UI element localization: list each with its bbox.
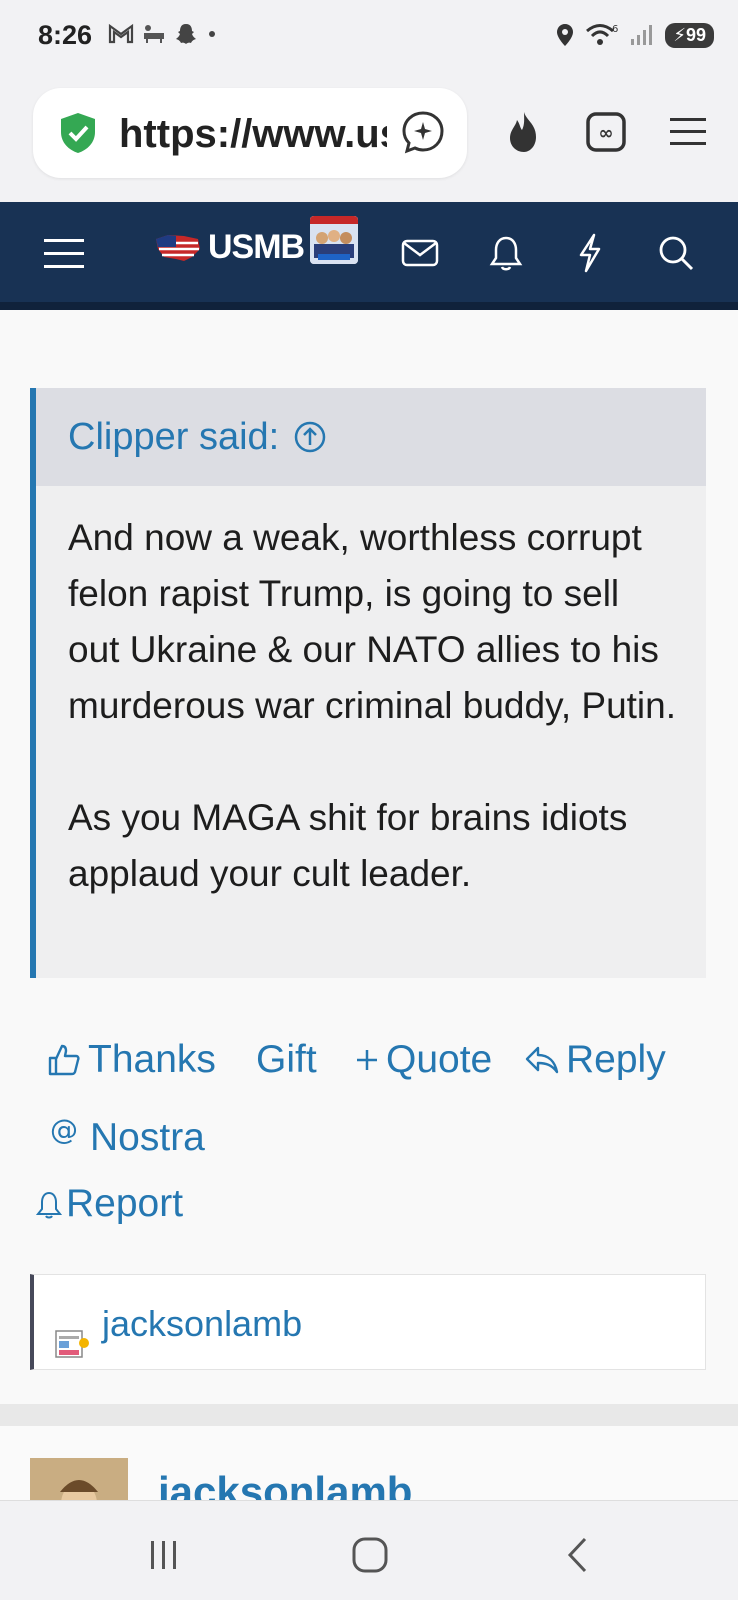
thanks-label: Thanks (88, 1038, 216, 1081)
quote-header[interactable]: Clipper said: (36, 388, 706, 486)
battery-level: 99 (685, 24, 706, 45)
report-label: Report (66, 1182, 184, 1225)
browser-toolbar: https://www.usmessageboard.com ∞ (0, 76, 738, 202)
search-button[interactable] (652, 229, 700, 277)
reactions-bar[interactable]: jacksonlamb (30, 1274, 706, 1370)
site-menu-button[interactable] (40, 229, 88, 277)
ai-chat-icon[interactable] (401, 110, 445, 154)
quote-paragraph: And now a weak, worthless corrupt felon … (68, 517, 677, 726)
reply-label: Reply (566, 1038, 666, 1081)
location-icon (557, 24, 574, 46)
browser-menu-button[interactable] (664, 108, 712, 156)
system-icons: 6 ⚡99 (555, 22, 714, 48)
recent-apps-icon (151, 1541, 176, 1569)
nostra-button[interactable]: @ Nostra (48, 1110, 205, 1160)
gmail-icon (108, 23, 134, 44)
gift-button[interactable]: Gift (256, 1038, 317, 1082)
thanks-button[interactable]: Thanks (46, 1038, 216, 1082)
home-button[interactable] (346, 1531, 394, 1579)
alerts-button[interactable] (482, 229, 530, 277)
tabs-icon: ∞ (586, 112, 626, 152)
next-post-username[interactable]: jacksonlamb (158, 1468, 412, 1500)
quote-author-link[interactable]: Clipper said: (68, 416, 279, 459)
report-button[interactable]: Report (34, 1182, 183, 1226)
shield-check-icon (61, 113, 95, 153)
bell-icon (35, 1191, 63, 1219)
plus-icon (357, 1050, 377, 1070)
us-map-flag-icon (156, 234, 200, 261)
avatar-image (310, 216, 358, 264)
lightning-icon (579, 233, 601, 273)
avatar-image (30, 1458, 128, 1500)
hamburger-icon (44, 239, 84, 268)
site-logo-text: USMB (208, 228, 305, 266)
chevron-left-icon (567, 1537, 587, 1573)
signal-icon (631, 25, 653, 45)
hamburger-icon (670, 118, 706, 145)
dot-icon (209, 31, 215, 37)
next-post: jacksonlamb (0, 1426, 738, 1500)
status-bar: 8:26 6 ⚡99 (0, 0, 738, 76)
site-navigation: USMB (0, 202, 738, 310)
messages-button[interactable] (396, 229, 444, 277)
quote-paragraph: As you MAGA shit for brains idiots appla… (68, 797, 628, 894)
nostra-label: Nostra (90, 1116, 205, 1159)
svg-text:@: @ (50, 1117, 78, 1146)
site-logo[interactable]: USMB (154, 228, 305, 267)
quote-label: Quote (386, 1038, 493, 1081)
reply-arrow-icon (525, 1046, 559, 1074)
wifi-icon: 6 (586, 24, 619, 45)
flame-icon (510, 112, 536, 152)
reaction-user-link[interactable]: jacksonlamb (102, 1303, 302, 1345)
at-sign-icon: @ (50, 1117, 78, 1146)
network-label: 6 (612, 24, 618, 35)
bath-icon (144, 25, 164, 43)
next-post-avatar[interactable] (30, 1458, 128, 1500)
tabs-button[interactable]: ∞ (582, 108, 630, 156)
url-text[interactable]: https://www.usmessageboard.com (119, 112, 387, 157)
envelope-icon (401, 239, 439, 267)
svg-text:∞: ∞ (599, 123, 614, 144)
reply-button[interactable]: Reply (524, 1038, 666, 1082)
status-time: 8:26 (38, 20, 93, 50)
fake-news-reaction-icon (55, 1330, 89, 1358)
gift-label: Gift (256, 1038, 317, 1081)
address-bar[interactable]: https://www.usmessageboard.com (33, 88, 467, 178)
recent-apps-button[interactable] (140, 1531, 188, 1579)
search-icon (659, 236, 694, 271)
whats-new-button[interactable] (566, 229, 614, 277)
post-divider (0, 1404, 738, 1426)
arrow-up-circle-icon[interactable] (293, 420, 327, 454)
notification-icons (108, 22, 218, 46)
fire-button[interactable] (500, 108, 548, 156)
quote-button[interactable]: Quote (354, 1038, 492, 1082)
snapchat-icon (176, 24, 196, 44)
bell-icon (489, 236, 523, 271)
battery-indicator: ⚡99 (665, 22, 714, 48)
user-avatar[interactable] (310, 216, 358, 264)
android-navigation-bar (0, 1500, 738, 1600)
back-button[interactable] (554, 1531, 602, 1579)
thumbs-up-icon (48, 1044, 80, 1076)
quote-body: And now a weak, worthless corrupt felon … (36, 486, 706, 902)
home-icon (352, 1537, 388, 1573)
quote-block: Clipper said: And now a weak, worthless … (30, 388, 706, 978)
